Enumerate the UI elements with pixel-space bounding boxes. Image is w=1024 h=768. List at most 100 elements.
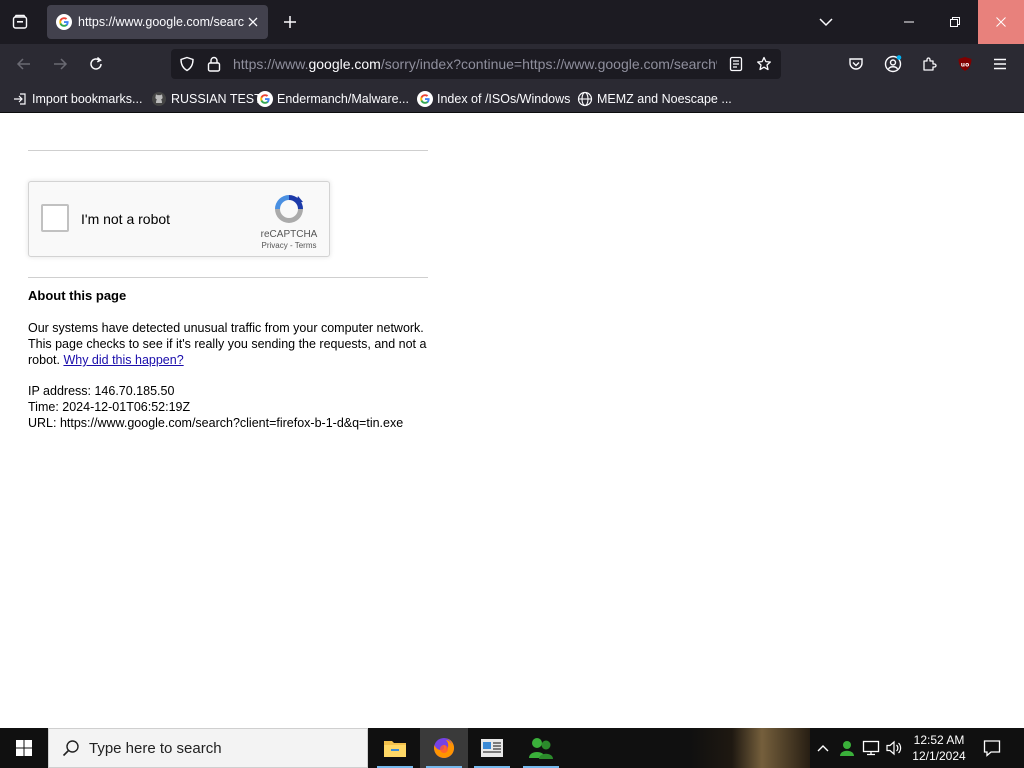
news-app-icon bbox=[481, 739, 503, 757]
bookmark-import[interactable]: Import bookmarks... bbox=[12, 90, 142, 107]
new-tab-button[interactable] bbox=[280, 12, 300, 32]
clock-time: 12:52 AM bbox=[913, 733, 965, 747]
close-icon bbox=[996, 17, 1006, 27]
recaptcha-checkbox[interactable] bbox=[41, 204, 69, 232]
recaptcha-privacy-terms-link[interactable]: Privacy - Terms bbox=[251, 241, 327, 250]
tracking-protection-button[interactable] bbox=[179, 56, 195, 72]
firefox-view-icon bbox=[12, 14, 28, 29]
show-hidden-icons-button[interactable] bbox=[813, 738, 833, 758]
tray-people[interactable] bbox=[837, 738, 857, 758]
restore-button[interactable] bbox=[932, 0, 978, 44]
taskbar-people-app[interactable] bbox=[517, 728, 565, 768]
url-path: /sorry/index?continue=https://www.google… bbox=[380, 56, 717, 72]
url-host: google.com bbox=[308, 56, 381, 72]
pocket-button[interactable] bbox=[846, 54, 866, 74]
google-icon bbox=[417, 90, 433, 107]
why-did-this-happen-link[interactable]: Why did this happen? bbox=[63, 353, 183, 367]
forward-button[interactable] bbox=[48, 52, 72, 76]
bookmark-label: Index of /ISOs/Windows bbox=[437, 91, 571, 106]
windows-icon bbox=[16, 740, 32, 756]
taskbar-file-explorer[interactable] bbox=[371, 728, 419, 768]
page-content: I'm not a robot reCAPTCHA Privacy - Term… bbox=[0, 113, 1024, 728]
firefox-view-button[interactable] bbox=[6, 8, 34, 36]
search-placeholder: Type here to search bbox=[89, 739, 222, 757]
network-icon bbox=[862, 740, 880, 756]
navigation-toolbar: https://www.google.com/sorry/index?conti… bbox=[0, 44, 1024, 84]
reader-view-button[interactable] bbox=[728, 56, 744, 72]
bookmark-isos-windows[interactable]: Index of /ISOs/Windows bbox=[417, 90, 570, 107]
tray-volume[interactable] bbox=[884, 738, 904, 758]
chevron-down-icon bbox=[819, 18, 833, 27]
taskbar-clock[interactable]: 12:52 AM 12/1/2024 bbox=[908, 732, 970, 764]
site-info-button[interactable] bbox=[206, 56, 222, 72]
google-icon bbox=[257, 90, 273, 107]
tray-network[interactable] bbox=[861, 738, 881, 758]
taskbar-firefox[interactable] bbox=[420, 728, 468, 768]
bookmark-label: MEMZ and Noescape ... bbox=[597, 91, 732, 106]
notification-icon bbox=[983, 740, 1001, 757]
taskbar-news-app[interactable] bbox=[468, 728, 516, 768]
hamburger-icon bbox=[994, 58, 1006, 70]
people-app-icon bbox=[529, 738, 553, 759]
reload-button[interactable] bbox=[84, 52, 108, 76]
account-icon bbox=[884, 55, 902, 73]
bookmark-label: Import bookmarks... bbox=[32, 91, 143, 106]
divider bbox=[28, 277, 428, 278]
account-button[interactable] bbox=[883, 54, 903, 74]
url-prefix: https://www. bbox=[233, 56, 309, 72]
about-text: Our systems have detected unusual traffi… bbox=[28, 320, 428, 368]
recaptcha-widget: I'm not a robot reCAPTCHA Privacy - Term… bbox=[28, 181, 330, 257]
pocket-icon bbox=[849, 58, 863, 70]
recaptcha-logo-icon bbox=[275, 195, 303, 223]
tab-close-button[interactable] bbox=[244, 13, 262, 31]
shield-icon bbox=[180, 56, 194, 72]
extensions-button[interactable] bbox=[919, 54, 939, 74]
minimize-button[interactable] bbox=[886, 0, 932, 44]
recaptcha-label: I'm not a robot bbox=[81, 211, 171, 227]
ublock-icon: uo bbox=[958, 57, 972, 71]
clock-date: 12/1/2024 bbox=[912, 749, 966, 763]
divider bbox=[28, 150, 428, 151]
google-icon bbox=[56, 14, 72, 30]
close-window-button[interactable] bbox=[978, 0, 1024, 44]
star-icon bbox=[757, 56, 771, 71]
bookmarks-toolbar: Import bookmarks... RUSSIAN TEST Enderma… bbox=[0, 84, 1024, 113]
about-title: About this page bbox=[28, 288, 127, 303]
reader-view-icon bbox=[729, 56, 743, 72]
plus-icon bbox=[284, 16, 296, 28]
ip-address: IP address: 146.70.185.50 bbox=[28, 384, 175, 398]
ublock-origin-button[interactable]: uo bbox=[955, 54, 975, 74]
bookmark-russian-test[interactable]: RUSSIAN TEST bbox=[151, 90, 262, 107]
list-all-tabs-button[interactable] bbox=[816, 12, 836, 32]
start-button[interactable] bbox=[0, 728, 48, 768]
bookmark-star-button[interactable] bbox=[756, 56, 772, 72]
tab-title: https://www.google.com/search?client=fir… bbox=[78, 15, 244, 29]
url-bar[interactable]: https://www.google.com/sorry/index?conti… bbox=[171, 49, 781, 79]
people-tray-icon bbox=[840, 741, 854, 756]
wallpaper-peek bbox=[690, 728, 810, 768]
globe-icon bbox=[577, 91, 593, 107]
bookmark-endermanch[interactable]: Endermanch/Malware... bbox=[257, 90, 409, 107]
bookmark-memz[interactable]: MEMZ and Noescape ... bbox=[577, 90, 732, 107]
action-center-button[interactable] bbox=[980, 736, 1004, 760]
reload-icon bbox=[90, 56, 102, 70]
svg-text:uo: uo bbox=[961, 62, 969, 69]
back-button[interactable] bbox=[12, 52, 36, 76]
forward-arrow-icon bbox=[54, 58, 68, 70]
minimize-icon bbox=[904, 21, 914, 23]
taskbar-search[interactable]: Type here to search bbox=[48, 728, 368, 768]
import-icon bbox=[12, 91, 28, 107]
bookmark-label: Endermanch/Malware... bbox=[277, 91, 410, 106]
tab-google-search[interactable]: https://www.google.com/search?client=fir… bbox=[47, 5, 268, 39]
volume-icon bbox=[886, 740, 902, 756]
recaptcha-brand: reCAPTCHA bbox=[260, 229, 318, 240]
app-menu-button[interactable] bbox=[990, 54, 1010, 74]
taskbar: Type here to search 12:52 AM 12/1/2024 bbox=[0, 728, 1024, 768]
close-icon bbox=[248, 17, 258, 27]
puzzle-icon bbox=[923, 57, 937, 71]
chevron-up-icon bbox=[817, 745, 829, 752]
back-arrow-icon bbox=[16, 58, 30, 70]
bookmark-label: RUSSIAN TEST bbox=[171, 91, 262, 106]
url-text[interactable]: https://www.google.com/sorry/index?conti… bbox=[233, 56, 717, 73]
file-explorer-icon bbox=[384, 741, 406, 757]
